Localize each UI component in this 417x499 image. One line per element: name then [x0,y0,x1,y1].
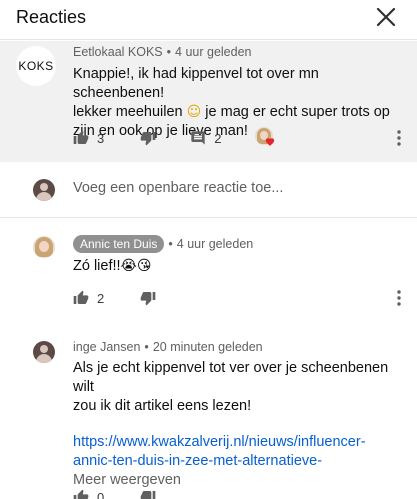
thumb-up-icon[interactable] [73,130,89,146]
comment-author[interactable]: inge Jansen [73,340,140,354]
close-icon[interactable] [375,6,397,28]
comment-line: zou ik dit artikel eens lezen! [73,398,252,414]
comment-text: Zó lief!!😭😘 [73,258,152,274]
comment-line: Knappie!, ik had kippenvel tot over mn s… [73,66,319,101]
comment-time: 4 uur geleden [176,237,254,251]
article-link-cont[interactable]: annic-ten-duis-in-zee-met-alternatieve- [73,452,408,471]
comment-actions: 3 2 [73,127,277,149]
comment-time: 4 uur geleden [175,45,252,59]
thumb-down-icon[interactable] [140,290,156,306]
comment-meta: Eetlokaal KOKS • 4 uur geleden [73,45,252,59]
creator-heart [255,127,277,149]
heart-icon [266,138,275,146]
comment-actions: 0 [73,486,156,499]
avatar[interactable] [33,341,55,363]
comment-icon[interactable] [190,130,206,146]
koks-logo-text: KOKS [18,59,54,73]
comment-line-2: lekker meehuilen ☺ je mag er echt super … [73,104,390,120]
thumb-up-icon[interactable] [73,290,89,306]
comment-author[interactable]: Eetlokaal KOKS [73,45,163,59]
reply-comment: inge Jansen • 20 minuten geleden Als je ec… [0,326,417,499]
comment-actions: 2 [73,287,156,309]
reply-count: 2 [214,130,222,146]
avatar[interactable]: KOKS [16,46,56,86]
comment-text: Als je echt kippenvel tot ver over je sc… [73,359,408,490]
header-title: Reacties [16,7,87,27]
dislike-button[interactable] [140,290,156,306]
more-vert-icon[interactable] [392,129,406,147]
like-button[interactable]: 0 [73,489,104,499]
smile-emoji: ☺ [186,104,202,120]
close-button[interactable] [375,6,397,28]
comment-author[interactable]: Annic ten Duis [73,235,165,253]
comment-meta: Annic ten Duis • 4 uur geleden [73,235,253,253]
avatar [33,179,55,201]
dislike-button[interactable] [140,130,156,146]
comment-time: 20 minuten geleden [152,340,263,354]
emojis: 😭😘 [120,258,152,274]
thumb-down-icon[interactable] [140,130,156,146]
add-reply-row: Voeg een openbare reactie toe... [0,162,417,218]
avatar[interactable] [33,236,55,258]
like-button[interactable]: 3 [73,130,104,146]
reply-input[interactable]: Voeg een openbare reactie toe... [73,180,283,196]
more-vert-icon[interactable] [392,289,406,307]
thumb-down-icon[interactable] [140,489,156,499]
reply-comment: Annic ten Duis • 4 uur geleden Zó lief!!😭😘… [0,219,417,319]
article-link[interactable]: https://www.kwakzalverij.nl/nieuws/influ… [73,433,408,452]
thumb-up-icon[interactable] [73,489,89,499]
comment-line: Als je echt kippenvel tot ver over je sc… [73,360,389,395]
like-count: 3 [97,130,105,146]
like-button[interactable]: 2 [73,290,104,306]
pinned-comment: KOKS Eetlokaal KOKS • 4 uur geleden Knappi… [0,41,417,162]
comment-meta: inge Jansen • 20 minuten geleden [73,340,263,354]
like-count: 0 [97,489,105,499]
dislike-button[interactable] [140,489,156,499]
like-count: 2 [97,290,105,306]
header: Reacties [0,0,417,40]
reply-button[interactable]: 2 [190,130,221,146]
